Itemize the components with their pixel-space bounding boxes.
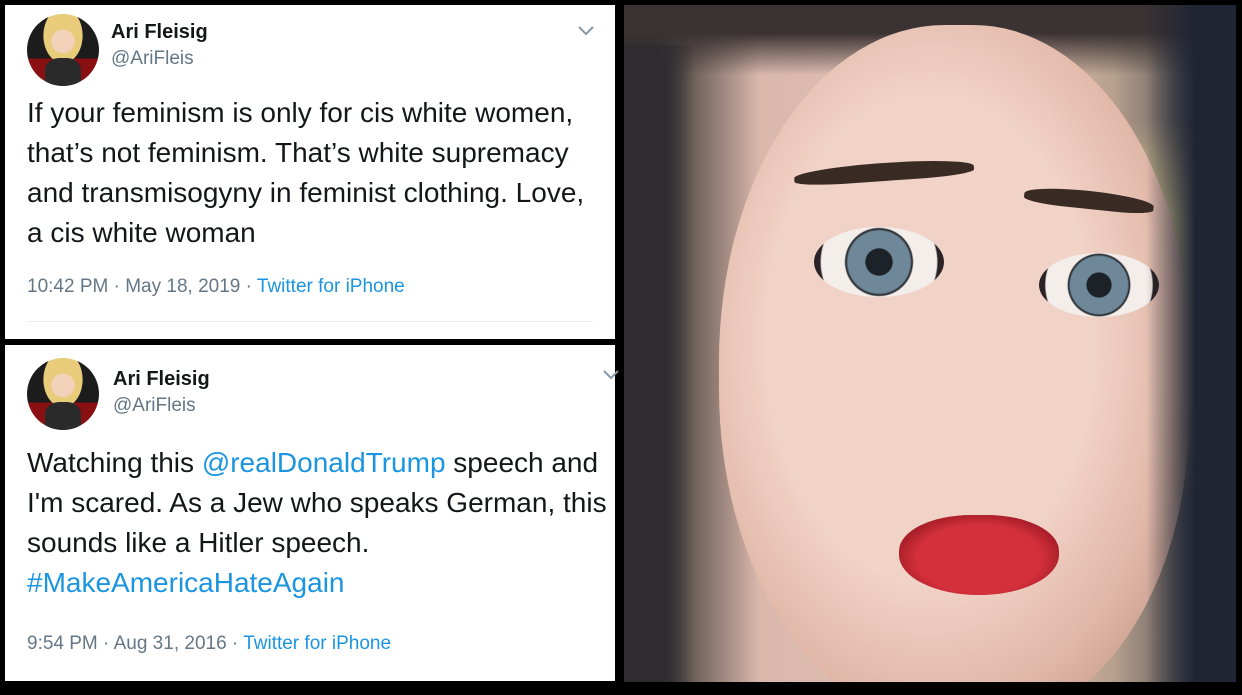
lips: [899, 515, 1059, 595]
chevron-down-icon[interactable]: [602, 369, 620, 381]
tweet-timestamp: 9:54 PM · Aug 31, 2016 · Twitter for iPh…: [27, 633, 391, 655]
tweet-source-link[interactable]: Twitter for iPhone: [243, 633, 391, 654]
user-handle[interactable]: @AriFleis: [111, 48, 194, 70]
tweet-text: Watching this @realDonaldTrump speech an…: [27, 443, 612, 603]
tweet-source-link[interactable]: Twitter for iPhone: [257, 276, 405, 297]
tweet-card[interactable]: Ari Fleisig @AriFleis Watching this @rea…: [5, 345, 619, 681]
hair-shade: [1146, 5, 1236, 682]
tweet-text: If your feminism is only for cis white w…: [27, 97, 592, 248]
avatar[interactable]: [27, 358, 99, 430]
mention-link[interactable]: @realDonaldTrump: [202, 447, 446, 478]
tweet-timestamp: 10:42 PM · May 18, 2019 · Twitter for iP…: [27, 276, 405, 298]
tweet-text-part: Watching this: [27, 447, 202, 478]
right-eye: [1039, 253, 1159, 317]
user-handle[interactable]: @AriFleis: [113, 395, 196, 417]
tweet-card[interactable]: Ari Fleisig @AriFleis If your feminism i…: [5, 5, 615, 339]
chevron-down-icon[interactable]: [577, 25, 595, 37]
timestamp-text: 9:54 PM · Aug 31, 2016 ·: [27, 633, 244, 654]
avatar[interactable]: [27, 14, 99, 86]
timestamp-text: 10:42 PM · May 18, 2019 ·: [27, 276, 257, 297]
left-eye: [814, 227, 944, 297]
display-name[interactable]: Ari Fleisig: [113, 368, 210, 391]
hashtag-link[interactable]: #MakeAmericaHateAgain: [27, 567, 345, 598]
display-name[interactable]: Ari Fleisig: [111, 21, 208, 44]
hair-shade: [624, 45, 694, 682]
divider: [27, 321, 593, 322]
portrait-photo: [624, 5, 1236, 682]
